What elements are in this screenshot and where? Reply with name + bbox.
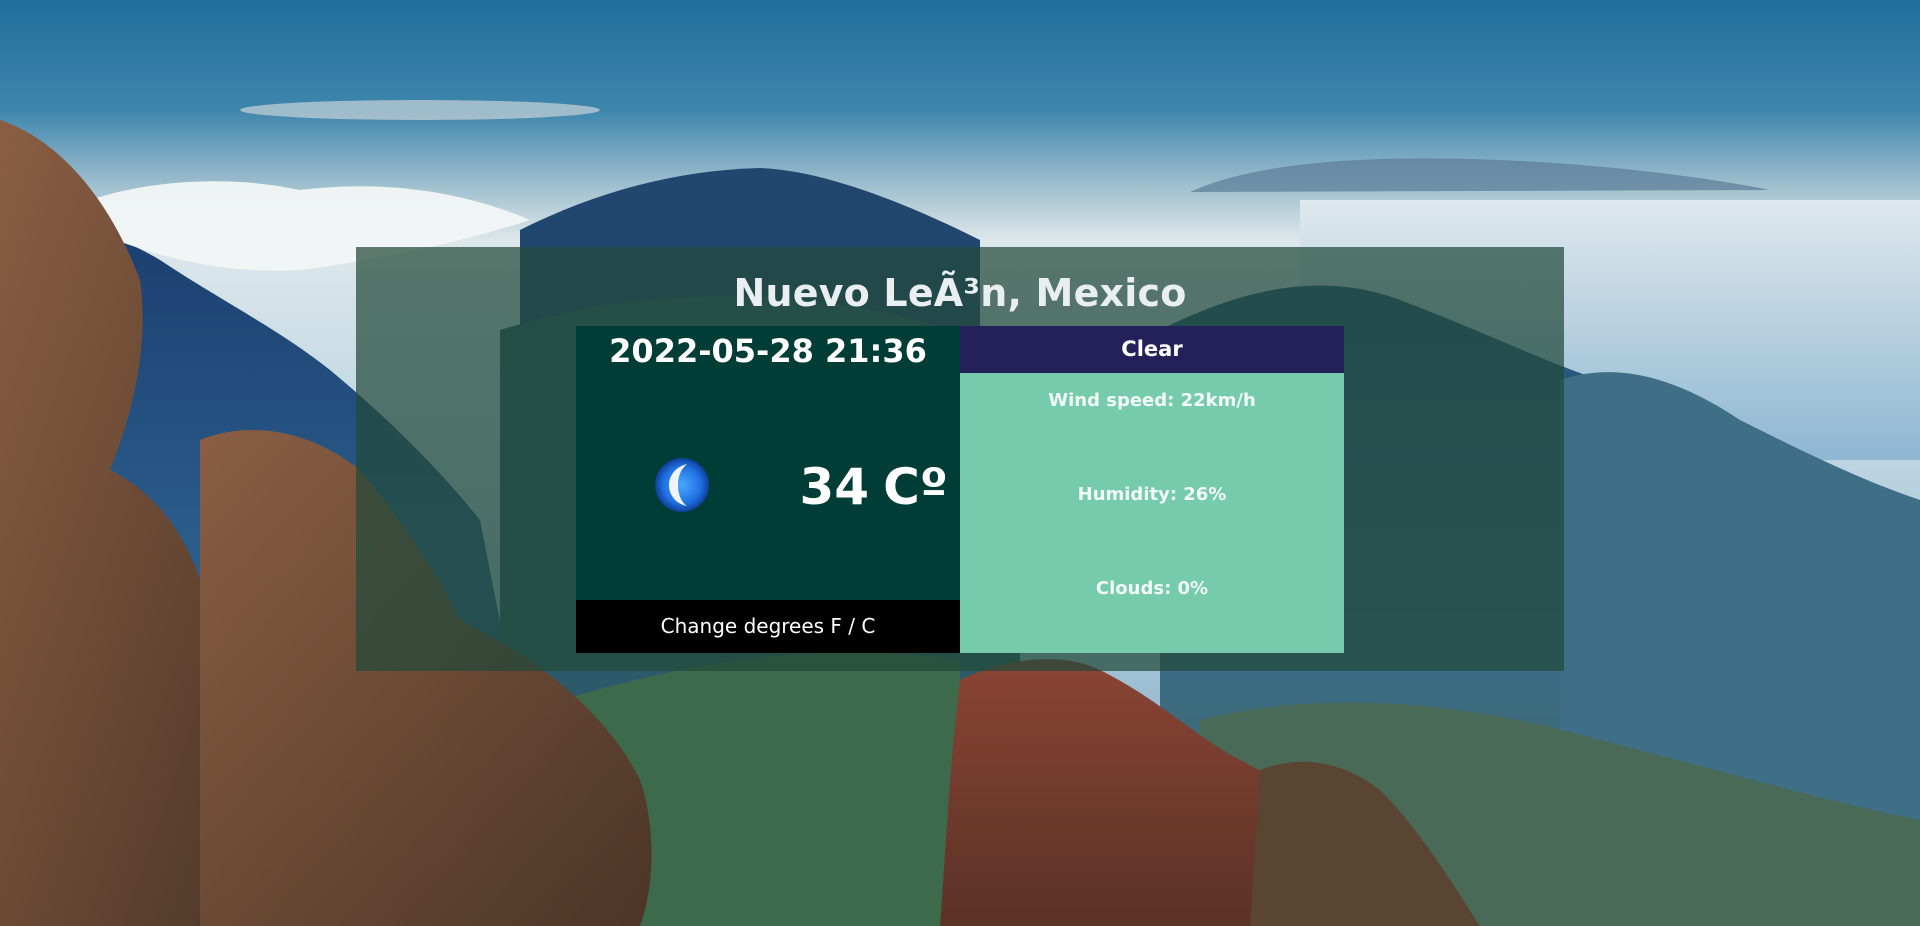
weather-details-panel: Clear Wind speed: 22km/h Humidity: 26% C… (960, 326, 1344, 653)
local-datetime: 2022-05-28 21:36 (609, 332, 927, 370)
temperature-unit: Cº (883, 458, 948, 516)
temperature-display: 34 Cº (800, 458, 949, 516)
current-weather-panel: 2022-05-28 21:36 34 Cº (576, 326, 960, 600)
wind-speed: Wind speed: 22km/h (1048, 390, 1256, 411)
weather-card: Nuevo LeÃ³n, Mexico 2022-05-28 21:36 34 … (356, 247, 1564, 671)
condition-label: Clear (960, 326, 1344, 373)
location-title: Nuevo LeÃ³n, Mexico (733, 271, 1187, 315)
change-degrees-button[interactable]: Change degrees F / C (576, 600, 960, 653)
crescent-moon-icon (655, 458, 709, 512)
clouds: Clouds: 0% (1095, 578, 1209, 599)
humidity: Humidity: 26% (1077, 484, 1227, 505)
temperature-value: 34 (799, 458, 870, 516)
